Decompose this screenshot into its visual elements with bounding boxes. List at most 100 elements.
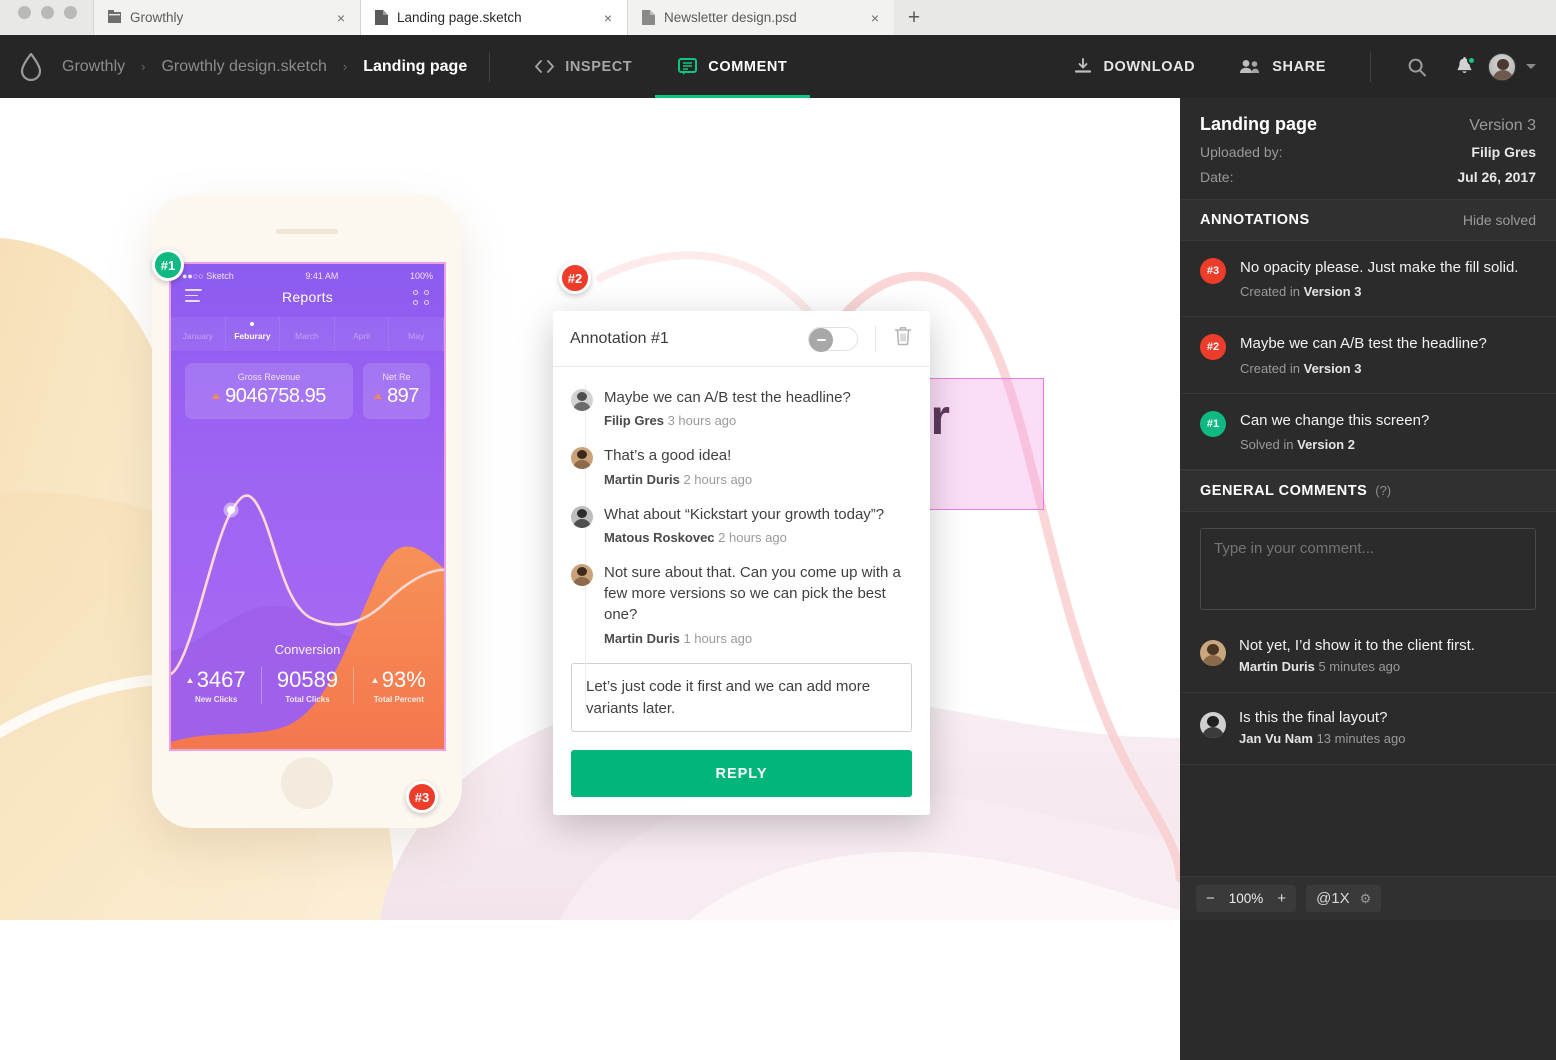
annotation-state: Solved in <box>1240 436 1294 452</box>
breadcrumb-item-1[interactable]: Growthly design.sketch <box>161 58 326 76</box>
avatar <box>571 447 593 470</box>
breadcrumb-item-2[interactable]: Landing page <box>363 58 467 76</box>
version-label[interactable]: Version 3 <box>1469 117 1536 135</box>
reply-button[interactable]: REPLY <box>571 750 912 798</box>
month-tab-feburary[interactable]: Feburary <box>226 316 281 351</box>
download-button[interactable]: DOWNLOAD <box>1052 58 1217 75</box>
avatar <box>571 563 593 586</box>
date-label: Date: <box>1200 169 1234 185</box>
annotation-thread: Maybe we can A/B test the headline? Fili… <box>553 367 930 815</box>
share-button[interactable]: SHARE <box>1217 59 1348 75</box>
breadcrumb-item-0[interactable]: Growthly <box>62 58 125 76</box>
code-brackets-icon <box>535 60 555 73</box>
annotation-popup[interactable]: Annotation #1 Maybe we can A/B test the … <box>553 311 930 816</box>
browser-tab-1[interactable]: Landing page.sketch × <box>360 0 627 35</box>
browser-tab-2[interactable]: Newsletter design.psd × <box>627 0 894 35</box>
comment-text: Not yet, I’d show it to the client first… <box>1239 636 1475 654</box>
chevron-down-icon[interactable] <box>1526 64 1536 69</box>
close-icon[interactable]: × <box>334 10 348 26</box>
month-tab-april[interactable]: April <box>335 316 390 351</box>
notification-dot <box>1467 55 1476 65</box>
hide-solved-button[interactable]: Hide solved <box>1463 212 1536 228</box>
toggle-knob[interactable] <box>809 327 833 352</box>
month-tab-january[interactable]: January <box>171 316 226 351</box>
browser-tabs: Growthly × Landing page.sketch × Newslet… <box>93 0 894 35</box>
user-menu[interactable] <box>1488 52 1556 81</box>
month-selector[interactable]: January Feburary March April May <box>171 316 444 351</box>
window-traffic-lights[interactable] <box>0 0 93 35</box>
comment-input[interactable] <box>1200 527 1536 610</box>
annotation-list-item-1[interactable]: #1 Can we change this screen? Solved in … <box>1180 394 1556 470</box>
scale-control-group[interactable]: @1X ⚙ <box>1306 885 1382 912</box>
avatar <box>1200 711 1226 738</box>
kpi-card-gross-revenue[interactable]: Gross Revenue 9046758.95 <box>185 362 353 419</box>
general-comments-section-header: GENERAL COMMENTS (?) <box>1180 469 1556 512</box>
minimize-window-button[interactable] <box>41 6 54 19</box>
gear-icon[interactable]: ⚙ <box>1360 891 1382 907</box>
annotations-section-header: ANNOTATIONS Hide solved <box>1180 199 1556 241</box>
carrier-label: ●●○○ Sketch <box>182 271 234 281</box>
zoom-in-button[interactable]: + <box>1267 890 1296 907</box>
maximize-window-button[interactable] <box>64 6 77 19</box>
phone-mockup: ●●○○ Sketch 9:41 AM 100% Reports January… <box>152 195 462 828</box>
annotation-marker-3[interactable]: #3 <box>406 781 438 813</box>
annotation-popup-title: Annotation #1 <box>570 329 669 347</box>
sidebar-file-info: Landing page Version 3 Uploaded by: Fili… <box>1180 98 1556 199</box>
comment-text: Is this the final layout? <box>1239 708 1388 726</box>
general-comment-item[interactable]: Not yet, I’d show it to the client first… <box>1180 629 1556 693</box>
clock-label: 9:41 AM <box>305 271 339 281</box>
avatar[interactable] <box>1488 52 1516 81</box>
annotation-list-item-2[interactable]: #2 Maybe we can A/B test the headline? C… <box>1180 317 1556 394</box>
tab-inspect[interactable]: INSPECT <box>512 35 655 98</box>
trend-up-icon <box>212 393 221 400</box>
zoom-out-button[interactable]: − <box>1196 890 1225 907</box>
thread-comment: What about “Kickstart your growth today”… <box>571 504 912 545</box>
thread-comment: Not sure about that. Can you come up wit… <box>571 562 912 646</box>
close-icon[interactable]: × <box>868 10 882 26</box>
stat-label: New Clicks <box>195 695 238 704</box>
browser-tab-label: Growthly <box>130 10 184 25</box>
browser-tab-0[interactable]: Growthly × <box>93 0 360 35</box>
general-comment-item[interactable]: Is this the final layout? Jan Vu Nam 13 … <box>1180 693 1556 765</box>
scale-label[interactable]: @1X <box>1306 890 1360 907</box>
hamburger-icon[interactable] <box>185 289 202 306</box>
kpi-card-net-revenue[interactable]: Net Re 897 <box>363 362 430 419</box>
zoom-toolbar: − 100% + @1X ⚙ <box>1180 876 1556 920</box>
month-tab-may[interactable]: May <box>389 316 444 351</box>
phone-speaker <box>276 229 338 234</box>
popup-footer-spacer <box>571 797 912 815</box>
help-icon[interactable]: (?) <box>1375 483 1536 498</box>
app-header: Growthly › Growthly design.sketch › Land… <box>0 35 1556 98</box>
annotation-badge: #2 <box>1200 334 1226 361</box>
browser-tab-label: Landing page.sketch <box>397 10 522 25</box>
avatar <box>571 389 593 411</box>
search-icon <box>1407 57 1427 77</box>
comment-time: 2 hours ago <box>718 529 787 545</box>
annotation-marker-2[interactable]: #2 <box>559 262 591 294</box>
resolve-toggle[interactable] <box>808 326 858 352</box>
growthly-drop-logo[interactable] <box>0 52 62 81</box>
reply-input[interactable]: Let’s just code it first and we can add … <box>571 662 912 733</box>
folder-icon <box>108 10 121 25</box>
new-tab-button[interactable]: + <box>894 0 934 35</box>
trash-icon[interactable] <box>893 325 913 352</box>
phone-screen[interactable]: ●●○○ Sketch 9:41 AM 100% Reports January… <box>169 262 446 751</box>
close-window-button[interactable] <box>18 6 31 19</box>
kpi-cards: Gross Revenue 9046758.95 Net Re 897 <box>171 351 444 419</box>
phone-home-button <box>281 757 333 809</box>
phone-screen-title: Reports <box>281 289 334 306</box>
annotation-list-item-3[interactable]: #3 No opacity please. Just make the fill… <box>1180 241 1556 318</box>
close-icon[interactable]: × <box>601 10 615 26</box>
search-button[interactable] <box>1393 57 1441 77</box>
tab-comment[interactable]: COMMENT <box>655 35 811 98</box>
divider <box>1370 51 1371 82</box>
grid-dots-icon[interactable] <box>413 289 430 305</box>
comment-author: Martin Duris <box>604 471 680 487</box>
notifications-button[interactable] <box>1441 55 1488 77</box>
annotation-marker-1[interactable]: #1 <box>152 249 184 281</box>
people-icon <box>1239 59 1261 74</box>
download-label: DOWNLOAD <box>1103 58 1196 75</box>
comment-author: Filip Gres <box>604 413 664 429</box>
date-value: Jul 26, 2017 <box>1457 169 1536 185</box>
month-tab-march[interactable]: March <box>280 316 335 351</box>
